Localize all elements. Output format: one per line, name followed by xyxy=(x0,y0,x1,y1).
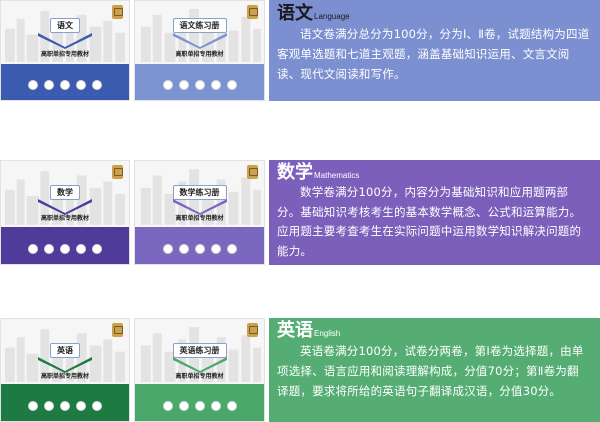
panel-title-en: English xyxy=(314,329,341,338)
seal-icon xyxy=(247,165,258,179)
badge-icon xyxy=(76,401,86,411)
book-title: 语文 xyxy=(50,18,80,33)
badge-icon xyxy=(178,401,189,411)
cover-band xyxy=(1,64,129,100)
book-cover-chinese-workbook[interactable]: 语文练习册 高职单招专用教材 xyxy=(134,0,265,101)
description-panel-chinese: 语文Language 语文卷满分总分为100分，分为Ⅰ、Ⅱ卷，试题结构为四道客观… xyxy=(269,0,600,101)
badge-icon xyxy=(76,244,86,254)
book-cover-chinese[interactable]: 语文 高职单招专用教材 xyxy=(0,0,130,101)
panel-title-en: Mathematics xyxy=(314,171,360,180)
panel-title-cn: 语文 xyxy=(277,3,313,24)
badge-icon xyxy=(210,244,221,254)
book-subtitle: 高职单招专用教材 xyxy=(175,51,224,58)
panel-description: 数学卷满分100分，内容分为基础知识和应用题两部分。基础知识考核考生的基本数学概… xyxy=(277,185,582,258)
cover-band xyxy=(135,64,264,100)
description-panel-english: 英语English 英语卷满分100分，试卷分两卷，第Ⅰ卷为选择题，由单项选择、… xyxy=(269,318,600,422)
panel-title: 数学Mathematics xyxy=(277,164,590,182)
chevron-icon xyxy=(172,33,227,49)
panel-title-en: Language xyxy=(314,12,350,21)
badge-row xyxy=(135,80,264,90)
badge-icon xyxy=(44,80,54,90)
badge-icon xyxy=(28,401,38,411)
badge-icon xyxy=(178,244,189,254)
book-subtitle: 高职单招专用教材 xyxy=(175,215,224,222)
panel-title: 英语English xyxy=(277,322,590,340)
badge-icon xyxy=(92,80,102,90)
badge-row xyxy=(1,401,129,411)
badge-icon xyxy=(226,401,237,411)
badge-icon xyxy=(226,244,237,254)
book-title: 数学练习册 xyxy=(172,185,227,200)
section-english: 英语 高职单招专用教材 英语练习册 高职单招专用教材 英语English 英语卷… xyxy=(0,318,600,422)
badge-row xyxy=(1,80,129,90)
badge-icon xyxy=(194,244,205,254)
book-title: 英语 xyxy=(50,343,80,358)
seal-icon xyxy=(112,5,123,19)
badge-row xyxy=(135,244,264,254)
book-cover-math[interactable]: 数学 高职单招专用教材 xyxy=(0,160,130,265)
book-title: 英语练习册 xyxy=(172,343,227,358)
badge-icon xyxy=(60,401,70,411)
panel-description: 语文卷满分总分为100分，分为Ⅰ、Ⅱ卷，试题结构为四道客观单选题和七道主观题，涵… xyxy=(277,27,590,81)
badge-icon xyxy=(210,80,221,90)
seal-icon xyxy=(112,323,123,337)
badge-icon xyxy=(92,244,102,254)
badge-icon xyxy=(28,244,38,254)
book-subtitle: 高职单招专用教材 xyxy=(40,215,89,222)
panel-description: 英语卷满分100分，试卷分两卷，第Ⅰ卷为选择题，由单项选择、语言应用和阅读理解构… xyxy=(277,344,584,398)
cover-band xyxy=(1,226,129,264)
badge-icon xyxy=(28,80,38,90)
cover-band xyxy=(135,226,264,264)
panel-title-cn: 英语 xyxy=(277,320,313,341)
book-cover-math-workbook[interactable]: 数学练习册 高职单招专用教材 xyxy=(134,160,265,265)
badge-icon xyxy=(210,401,221,411)
badge-icon xyxy=(226,80,237,90)
badge-icon xyxy=(76,80,86,90)
badge-icon xyxy=(194,80,205,90)
book-title: 语文练习册 xyxy=(172,18,227,33)
cover-band xyxy=(135,384,264,421)
chevron-icon xyxy=(38,33,92,49)
badge-icon xyxy=(44,244,54,254)
badge-icon xyxy=(44,401,54,411)
badge-icon xyxy=(60,244,70,254)
book-cover-english[interactable]: 英语 高职单招专用教材 xyxy=(0,318,130,422)
badge-icon xyxy=(178,80,189,90)
book-cover-english-workbook[interactable]: 英语练习册 高职单招专用教材 xyxy=(134,318,265,422)
panel-title-cn: 数学 xyxy=(277,162,313,183)
seal-icon xyxy=(247,5,258,19)
cover-band xyxy=(1,384,129,421)
badge-icon xyxy=(194,401,205,411)
badge-row xyxy=(1,244,129,254)
seal-icon xyxy=(247,323,258,337)
badge-icon xyxy=(60,80,70,90)
badge-icon xyxy=(162,80,173,90)
badge-icon xyxy=(162,401,173,411)
description-panel-math: 数学Mathematics 数学卷满分100分，内容分为基础知识和应用题两部分。… xyxy=(269,160,600,265)
badge-icon xyxy=(162,244,173,254)
section-math: 数学 高职单招专用教材 数学练习册 高职单招专用教材 数学Mathematics… xyxy=(0,160,600,265)
book-title: 数学 xyxy=(50,185,80,200)
book-subtitle: 高职单招专用教材 xyxy=(40,373,89,380)
section-chinese: 语文 高职单招专用教材 语文练习册 高职单招专用教材 语文Language 语文… xyxy=(0,0,600,101)
book-subtitle: 高职单招专用教材 xyxy=(175,373,224,380)
seal-icon xyxy=(112,165,123,179)
badge-row xyxy=(135,401,264,411)
book-subtitle: 高职单招专用教材 xyxy=(40,51,89,58)
panel-title: 语文Language xyxy=(277,5,590,23)
badge-icon xyxy=(92,401,102,411)
